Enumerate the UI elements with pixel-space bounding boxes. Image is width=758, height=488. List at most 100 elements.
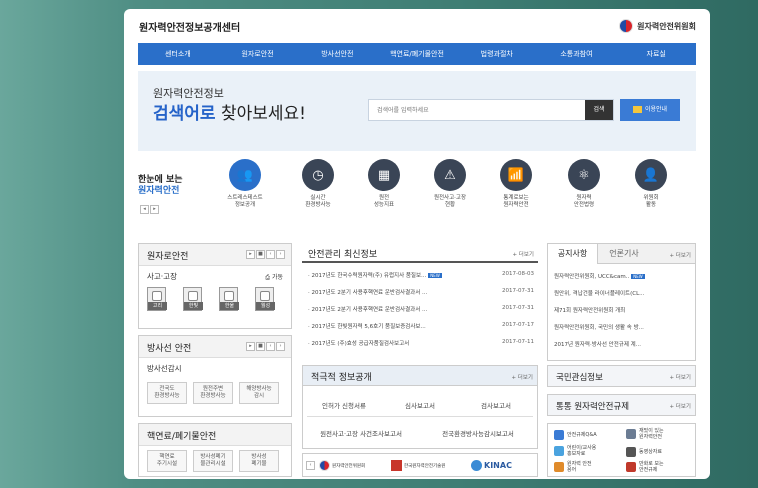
radiation-plant-button[interactable]: 원전주변 환경방사능: [193, 382, 233, 404]
quick-item-stress-test[interactable]: 👥 스트레스테스트 정보공개: [215, 159, 275, 209]
review-report-link[interactable]: 심사보고서: [383, 400, 457, 410]
regulation-panel[interactable]: 통통 원자력안전규제 + 더보기: [547, 394, 696, 416]
news-row[interactable]: · 2017년도 (주)효성 공급자품질검사보고서 2017-07-11: [308, 339, 534, 347]
license-docs-link[interactable]: 인허가 신청서류: [307, 400, 381, 410]
nav-item-reactor[interactable]: 원자로안전: [218, 43, 298, 65]
reg-line2: 홍보자료: [567, 451, 586, 457]
notice-row[interactable]: 원안위, 격납건물 라이너플레이트(CL...: [554, 289, 692, 297]
news-row[interactable]: · 2017년도 한빛원자력 5,6호기 품질보증검사보... 2017-07-1…: [308, 322, 534, 330]
nav-item-communication[interactable]: 소통과참여: [537, 43, 617, 65]
reg-link-video[interactable]: 동영상자료: [626, 447, 662, 457]
env-radiation-report-link[interactable]: 전국환경방사능감시보고서: [421, 428, 535, 438]
org-link[interactable]: 원자력안전위원회: [619, 19, 696, 33]
radiation-head: 방사선 안전 ▸ ■ ‹ ›: [139, 336, 291, 358]
quick-label-2: 환경방사능: [305, 202, 331, 208]
tile-label: 고리: [148, 302, 167, 310]
quick-label-1: 원자력: [576, 195, 592, 201]
notice-row[interactable]: 원자력안전위원회, 국민의 생활 속 방...: [554, 323, 692, 331]
nav-item-law[interactable]: 법령과절차: [457, 43, 537, 65]
plant-icon: [152, 291, 162, 301]
nav-item-fuel[interactable]: 핵연료/폐기물안전: [377, 43, 457, 65]
fuel-cycle-button[interactable]: 핵연료 주기시설: [147, 450, 187, 472]
guide-button[interactable]: 이용안내: [620, 99, 680, 121]
logo-kins[interactable]: 한국원자력안전기술원: [391, 457, 445, 474]
stop-button[interactable]: ■: [256, 342, 265, 351]
kids-icon: [554, 446, 564, 456]
inspection-report-link[interactable]: 검사보고서: [459, 400, 533, 410]
prev-button[interactable]: ‹: [266, 342, 275, 351]
interest-panel[interactable]: 국민관심정보 + 더보기: [547, 365, 696, 387]
news-head: 안전관리 최신정보 + 더보기: [302, 243, 538, 263]
notice-row[interactable]: 2017년 원자력·방사선 안전규제 계...: [554, 340, 692, 348]
quick-item-law[interactable]: ⚛ 원자력 안전법령: [554, 159, 614, 209]
play-button[interactable]: ▸: [246, 250, 255, 259]
divider: [307, 416, 533, 417]
page-card: 원자력안전정보공개센터 원자력안전위원회 센터소개 원자로안전 방사선안전 핵연…: [124, 9, 710, 479]
plant-icon: [224, 291, 234, 301]
news-panel: 안전관리 최신정보 + 더보기 · 2017년도 한국수력원자력(주) 유럽지사…: [302, 243, 538, 361]
search-input[interactable]: [377, 100, 577, 120]
quick-label-2: 성능지표: [373, 202, 395, 208]
reg-link-qa[interactable]: 안전규제Q&A: [554, 430, 597, 440]
tab-notices[interactable]: 공지사항: [548, 244, 598, 264]
quick-item-realtime[interactable]: ◷ 실시간 환경방사능: [288, 159, 348, 209]
news-row[interactable]: · 2017년도 한국수력원자력(주) 유럽지사 품질보... NEW 2017-0…: [308, 271, 534, 279]
prev-button[interactable]: ◂: [140, 205, 149, 214]
kinac-logo-icon: [471, 460, 482, 471]
plant-tile-gori[interactable]: 고리: [147, 287, 167, 311]
news-row[interactable]: · 2017년도 2분기 사용후핵연료 운반검사결과서 ... 2017-07-3…: [308, 305, 534, 313]
tab-press[interactable]: 언론기사: [600, 244, 648, 264]
next-button[interactable]: ›: [276, 250, 285, 259]
reactor-tiles: 고리 한빛 한울 월성: [147, 287, 275, 311]
reg-link-comic[interactable]: 만화로 보는 안전규제: [626, 461, 664, 473]
site-title[interactable]: 원자력안전정보공개센터: [139, 19, 240, 34]
plant-tile-hanul[interactable]: 한울: [219, 287, 239, 311]
logo-name: KINAC: [484, 461, 512, 470]
new-badge: NEW: [428, 273, 442, 278]
next-button[interactable]: ▸: [150, 205, 159, 214]
reg-link-kids[interactable]: 어린이/교사용 홍보자료: [554, 445, 596, 457]
logo-kinac[interactable]: KINAC: [471, 457, 512, 474]
quick-item-statistics[interactable]: 📶 통계로보는 원자력안전: [486, 159, 546, 209]
waste-button[interactable]: 방사성 폐기물: [239, 450, 279, 472]
people-icon: 👥: [229, 159, 261, 191]
atom-icon: [626, 429, 636, 439]
logo-name: 한국원자력안전기술원: [404, 463, 446, 469]
search-button[interactable]: 검색: [585, 100, 613, 120]
reg-label: 원자력 안전 용어: [567, 461, 592, 473]
accident-report-link[interactable]: 원전사고·고장 사건조사보고서: [305, 428, 417, 438]
plant-tile-hanbit[interactable]: 한빛: [183, 287, 203, 311]
nav-item-about[interactable]: 센터소개: [138, 43, 218, 65]
news-row[interactable]: · 2017년도 2분기 사용후핵연료 운반검사결과서 ... 2017-07-3…: [308, 288, 534, 296]
reg-link-fun[interactable]: 재밌이 있는 원자력안전: [626, 428, 664, 440]
news-more-link[interactable]: + 더보기: [512, 250, 534, 258]
quick-item-performance[interactable]: ▦ 원전 성능지표: [354, 159, 414, 209]
radiation-controls: ▸ ■ ‹ ›: [246, 342, 285, 351]
notice-row[interactable]: 원자력안전위원회, UCC&cam.. NEW: [554, 272, 692, 280]
btn-line1: 해양방사능: [246, 386, 272, 392]
regulation-more-link[interactable]: + 더보기: [669, 402, 691, 410]
logo-nssc[interactable]: 원자력안전위원회: [319, 457, 365, 474]
reactor-controls: ▸ ■ ‹ ›: [246, 250, 285, 259]
search-box: 검색: [368, 99, 614, 121]
nav-item-radiation[interactable]: 방사선안전: [297, 43, 377, 65]
waste-facility-button[interactable]: 방사성폐기 물관리시설: [193, 450, 233, 472]
play-button[interactable]: ▸: [246, 342, 255, 351]
quick-item-accidents[interactable]: ⚠ 원전사고·고장 현황: [420, 159, 480, 209]
plant-tile-wolsong[interactable]: 월성: [255, 287, 275, 311]
notice-more-link[interactable]: + 더보기: [669, 251, 691, 259]
prev-button[interactable]: ‹: [266, 250, 275, 259]
radiation-marine-button[interactable]: 해양방사능 감시: [239, 382, 279, 404]
radiation-national-button[interactable]: 전국도 환경방사능: [147, 382, 187, 404]
notice-row[interactable]: 제71회 원자력안전위원회 개최: [554, 306, 692, 314]
guide-label: 이용안내: [644, 106, 668, 113]
quick-item-committee[interactable]: 👤 위원회 활동: [621, 159, 681, 209]
stop-button[interactable]: ■: [256, 250, 265, 259]
next-button[interactable]: ›: [276, 342, 285, 351]
prev-button[interactable]: ‹: [306, 461, 315, 470]
interest-more-link[interactable]: + 더보기: [669, 373, 691, 381]
book-icon: [554, 462, 564, 472]
proactive-more-link[interactable]: + 더보기: [511, 373, 533, 381]
nav-item-archive[interactable]: 자료실: [616, 43, 696, 65]
reg-link-terms[interactable]: 원자력 안전 용어: [554, 461, 592, 473]
